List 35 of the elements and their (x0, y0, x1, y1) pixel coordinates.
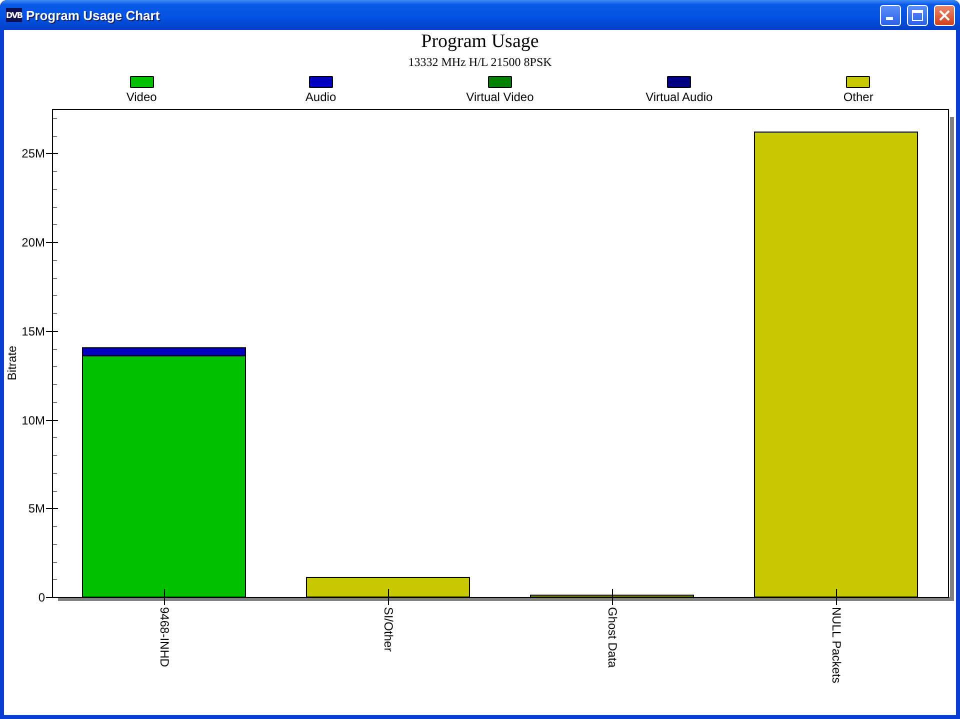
axis-tick-label: 0 (38, 590, 45, 604)
axis-tick-label: 20M (22, 236, 45, 250)
axis-tick-label: 25M (22, 146, 45, 160)
chart-title: Program Usage (420, 31, 540, 53)
axis-tick-label: 10M (22, 414, 45, 428)
tick-mark (46, 153, 58, 154)
axis-tick-label: 5M (28, 502, 45, 516)
legend-label: Audio (305, 90, 336, 104)
maximize-button[interactable] (907, 4, 928, 26)
tick-mark (164, 588, 165, 606)
legend-label: Other (843, 90, 874, 104)
maximize-icon (912, 10, 923, 20)
category-label: Ghost Data (606, 607, 620, 668)
axis-tick-label: 15M (22, 324, 45, 338)
category-label: NULL Packets (830, 607, 844, 684)
tick-mark (836, 588, 837, 606)
minimize-button[interactable] (880, 4, 901, 26)
legend-label: Video (126, 90, 157, 104)
tick-mark (388, 588, 389, 606)
category-label: SI/Other (382, 607, 396, 652)
legend-label: Virtual Video (466, 90, 534, 104)
tick-mark (46, 242, 58, 243)
minimize-icon (886, 16, 892, 20)
tick-mark (46, 420, 58, 421)
tick-mark (612, 588, 613, 606)
app-icon: DVB (6, 8, 22, 22)
chart-subtitle: 13332 MHz H/L 21500 8PSK (407, 55, 553, 71)
window-title: Program Usage Chart (26, 8, 161, 22)
tick-mark (46, 331, 58, 332)
close-button[interactable] (934, 4, 955, 26)
close-icon (939, 10, 950, 20)
category-label: 9468-INHD (158, 607, 172, 668)
legend-label: Virtual Audio (646, 90, 713, 104)
tick-mark (46, 508, 58, 509)
axis-label: Bitrate (5, 346, 19, 380)
